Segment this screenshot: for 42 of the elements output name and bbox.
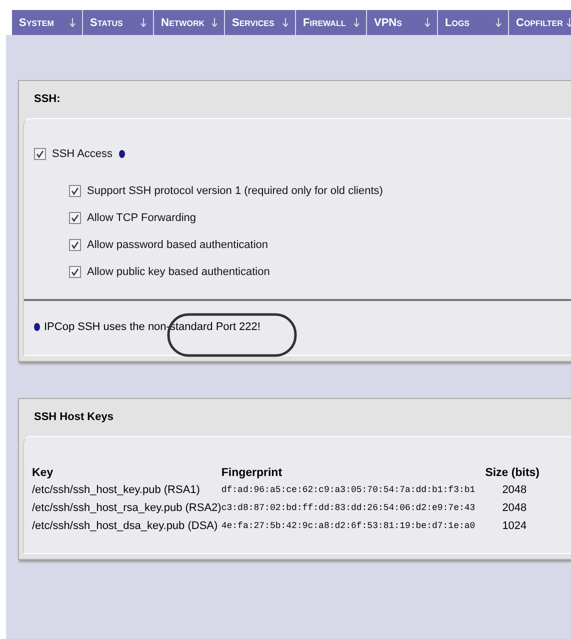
menu-tab[interactable]: Copfilter <box>509 10 571 35</box>
arrow-down-icon <box>424 18 431 27</box>
info-icon <box>34 323 40 331</box>
menu-tab[interactable]: Status <box>83 10 154 35</box>
checkbox-label: Allow TCP Forwarding <box>87 212 196 224</box>
table-cell-text: 2048 <box>501 501 528 516</box>
menu-tab[interactable]: Firewall <box>296 10 367 35</box>
panel-title: SSH: <box>33 92 62 107</box>
arrow-down-icon <box>211 18 218 27</box>
checkbox[interactable] <box>34 148 46 160</box>
menu-tab[interactable]: Network <box>154 10 225 35</box>
table-cell-text: 2048 <box>501 483 528 498</box>
panel-title: SSH Host Keys <box>33 410 114 425</box>
menu-tab[interactable]: System <box>12 10 83 35</box>
checkbox-label: Allow password based authentication <box>87 238 268 250</box>
checkbox-label: Allow public key based authentication <box>87 266 270 278</box>
menu-tab[interactable]: VPNs <box>367 10 438 35</box>
table-cell-text: /etc/ssh/ssh_host_key.pub (RSA1) <box>32 483 201 498</box>
checkbox[interactable] <box>69 184 81 196</box>
table-cell-text: 1024 <box>501 519 528 534</box>
checkbox-label: Support SSH protocol version 1 (required only for old clients) <box>87 184 383 196</box>
menu-tab[interactable]: Logs <box>438 10 509 35</box>
arrow-down-icon <box>69 18 76 27</box>
table-cell-text: c3:d8:87:02:bd:ff:dd:83:dd:26:54:06:d2:e9:7e:43 <box>221 502 476 515</box>
column-header: Key <box>32 467 54 481</box>
checkbox[interactable] <box>69 238 81 250</box>
column-header: Fingerprint <box>221 467 284 481</box>
column-header: Size (bits) <box>485 467 540 481</box>
checkbox[interactable] <box>69 212 81 224</box>
arrow-down-icon <box>140 18 147 27</box>
arrow-down-icon <box>566 18 571 27</box>
arrow-down-icon <box>495 18 502 27</box>
menu-tab[interactable]: Services <box>225 10 296 35</box>
table-cell-text: 4e:fa:27:5b:42:9c:a8:d2:6f:53:81:19:be:d7:1e:a0 <box>221 520 476 533</box>
info-icon <box>118 150 125 158</box>
table-cell-text: df:ad:96:a5:ce:62:c9:a3:05:70:54:7a:dd:b1:f3:b1 <box>221 484 476 497</box>
arrow-down-icon <box>353 18 360 27</box>
checkbox-label: SSH Access <box>52 148 113 160</box>
arrow-down-icon <box>282 18 289 27</box>
table-cell: /etc/ssh/ssh_host_dsa_key.pub (DSA) <box>32 517 222 535</box>
checkbox[interactable] <box>69 266 81 278</box>
table-cell-text: /etc/ssh/ssh_host_rsa_key.pub (RSA2) <box>32 501 222 516</box>
